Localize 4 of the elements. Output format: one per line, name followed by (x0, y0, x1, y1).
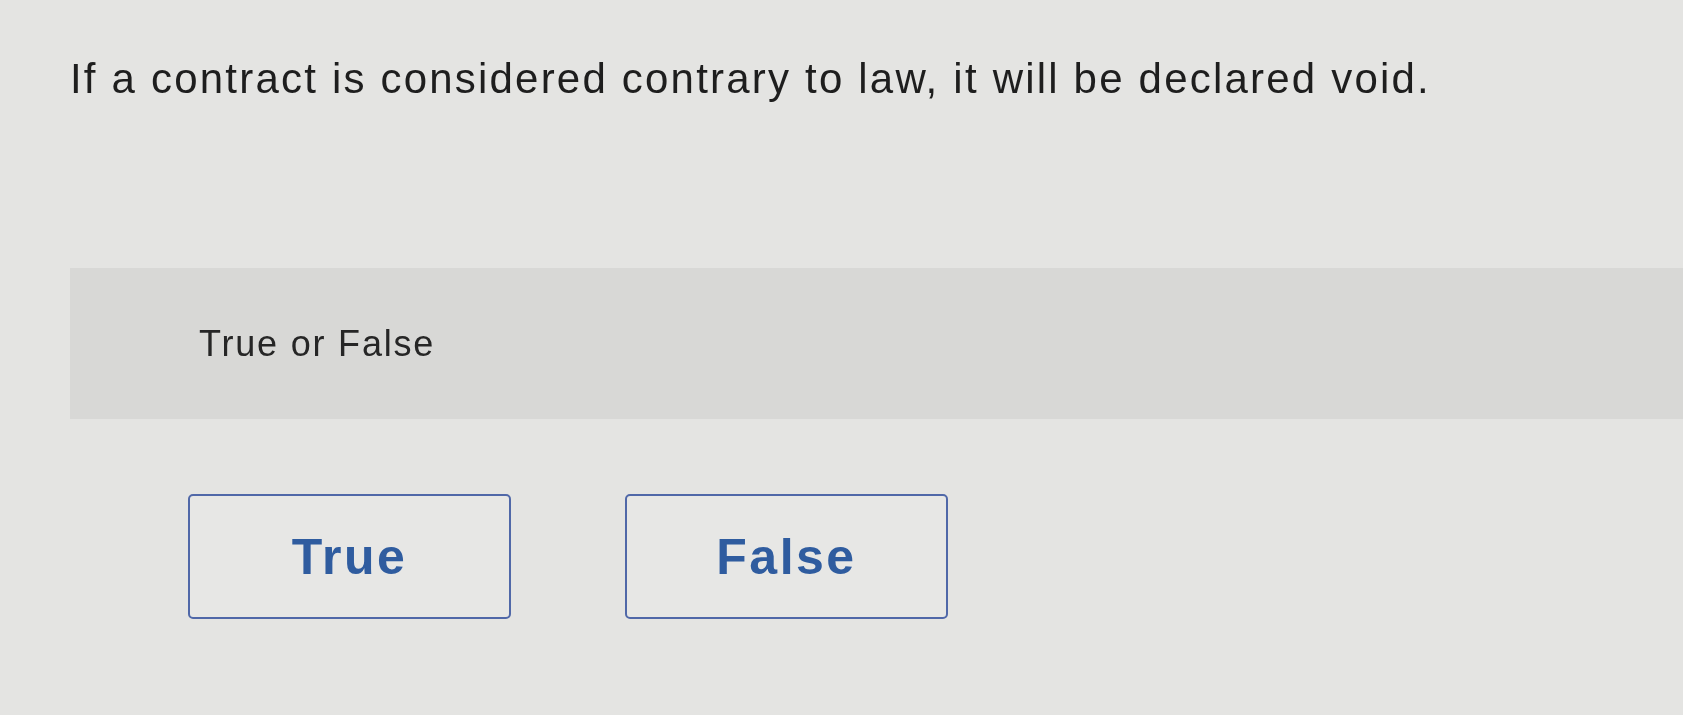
answer-button[interactable]: False (625, 494, 948, 619)
question-text: If a contract is considered contrary to law, it will be declared void. (70, 54, 1431, 104)
prompt-text: True or False (199, 322, 436, 365)
answer-button[interactable]: True (188, 494, 511, 619)
